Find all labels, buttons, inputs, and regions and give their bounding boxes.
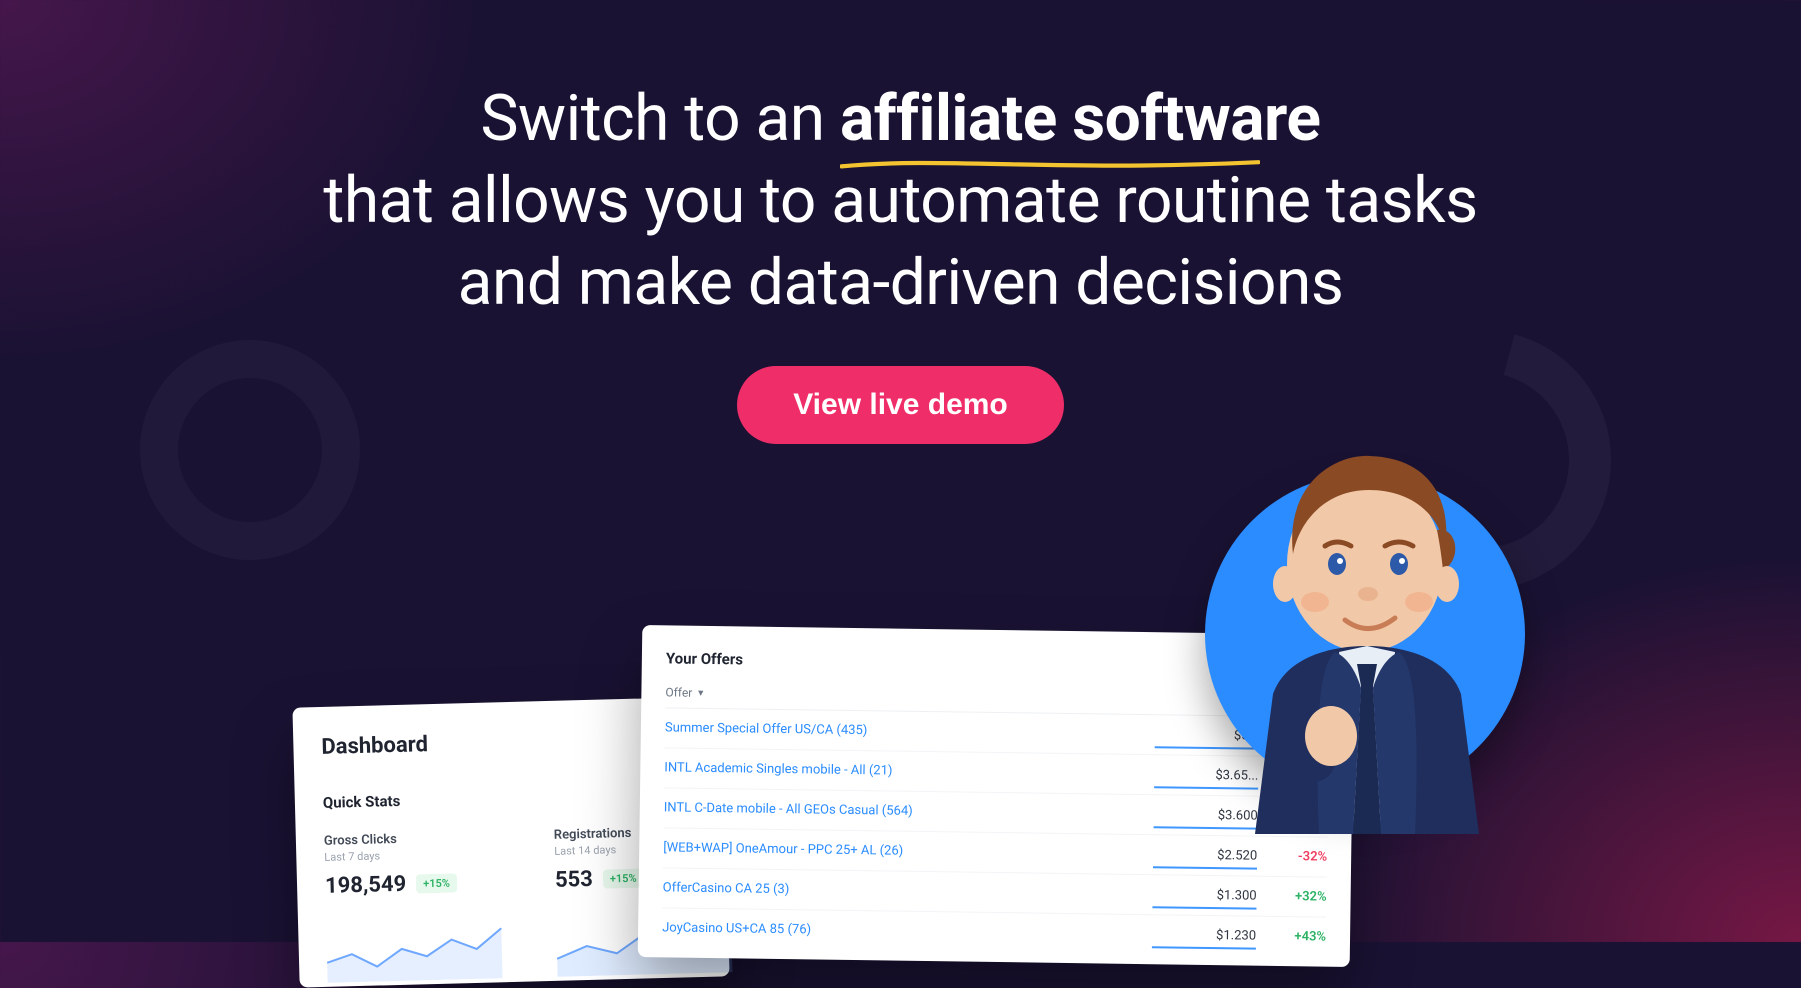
offer-name: OfferCasino CA 25 (3) [663, 880, 1167, 902]
sort-caret-icon: ▼ [696, 687, 705, 698]
offer-name: INTL C-Date mobile - All GEOs Casual (56… [664, 800, 1168, 822]
offer-revenue: $1.300 [1167, 887, 1257, 903]
headline-bold: affiliate software [840, 78, 1320, 160]
offer-name: [WEB+WAP] OneAmour - PPC 25+ AL (26) [663, 840, 1167, 862]
offers-title: Your Offers [666, 649, 743, 668]
offer-change: +32% [1257, 889, 1327, 905]
offer-revenue: $1.230 [1166, 927, 1256, 943]
stat-value: 553 [555, 867, 594, 893]
underline-wave-icon [840, 158, 1260, 172]
stat-value: 198,549 [325, 872, 407, 899]
offer-row[interactable]: JoyCasino US+CA 85 (76) $1.230 +43% [662, 908, 1326, 956]
headline-line2: that allows you to automate routine task… [323, 163, 1477, 238]
stat-gross-clicks: Gross Clicks Last 7 days 198,549 +15% [324, 829, 508, 987]
offer-revenue: $2.520 [1167, 847, 1257, 863]
offer-name: Summer Special Offer US/CA (435) [665, 720, 1169, 742]
offer-name: INTL Academic Singles mobile - All (21) [664, 760, 1168, 782]
mascot-avatar [1205, 474, 1525, 794]
offer-name: JoyCasino US+CA 85 (76) [662, 920, 1166, 942]
offer-change: -32% [1257, 849, 1327, 865]
headline-line3: and make data-driven decisions [458, 245, 1344, 320]
headline-part1: Switch to an [481, 81, 840, 156]
view-live-demo-button[interactable]: View live demo [737, 366, 1064, 444]
col-header-offer[interactable]: Offer ▼ [665, 685, 1169, 706]
stat-range: Last 7 days [324, 846, 504, 864]
stat-delta: +15% [416, 873, 457, 893]
hero-section: Switch to an affiliate software that all… [0, 0, 1801, 444]
offer-change: +43% [1256, 929, 1326, 945]
stat-delta: +15% [603, 869, 644, 889]
mascot-illustration-icon [1185, 434, 1545, 834]
dashboard-title: Dashboard [321, 725, 696, 760]
sparkline-chart-icon [326, 908, 508, 983]
hero-headline: Switch to an affiliate software that all… [0, 78, 1801, 324]
